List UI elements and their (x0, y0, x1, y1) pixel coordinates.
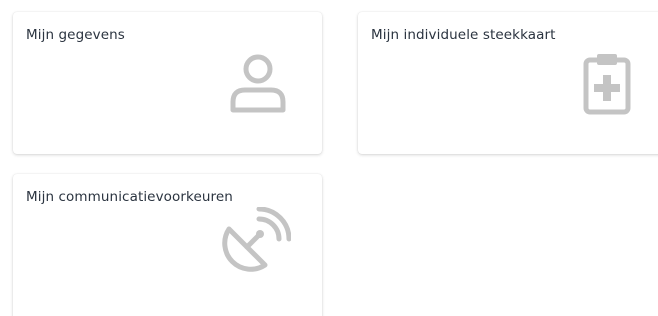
dashboard-tiles: Mijn gegevens Mijn individuele steekkaar… (0, 0, 658, 316)
satellite-dish-icon (219, 207, 291, 275)
card-mijn-communicatievoorkeuren[interactable]: Mijn communicatievoorkeuren (13, 174, 322, 316)
card-mijn-gegevens[interactable]: Mijn gegevens (13, 12, 322, 154)
user-icon (227, 52, 289, 114)
card-title: Mijn gegevens (26, 27, 125, 43)
clipboard-medical-icon (582, 50, 632, 116)
card-title: Mijn individuele steekkaart (371, 27, 556, 43)
card-mijn-individuele-steekkaart[interactable]: Mijn individuele steekkaart (358, 12, 658, 154)
card-title: Mijn communicatievoorkeuren (26, 189, 233, 205)
